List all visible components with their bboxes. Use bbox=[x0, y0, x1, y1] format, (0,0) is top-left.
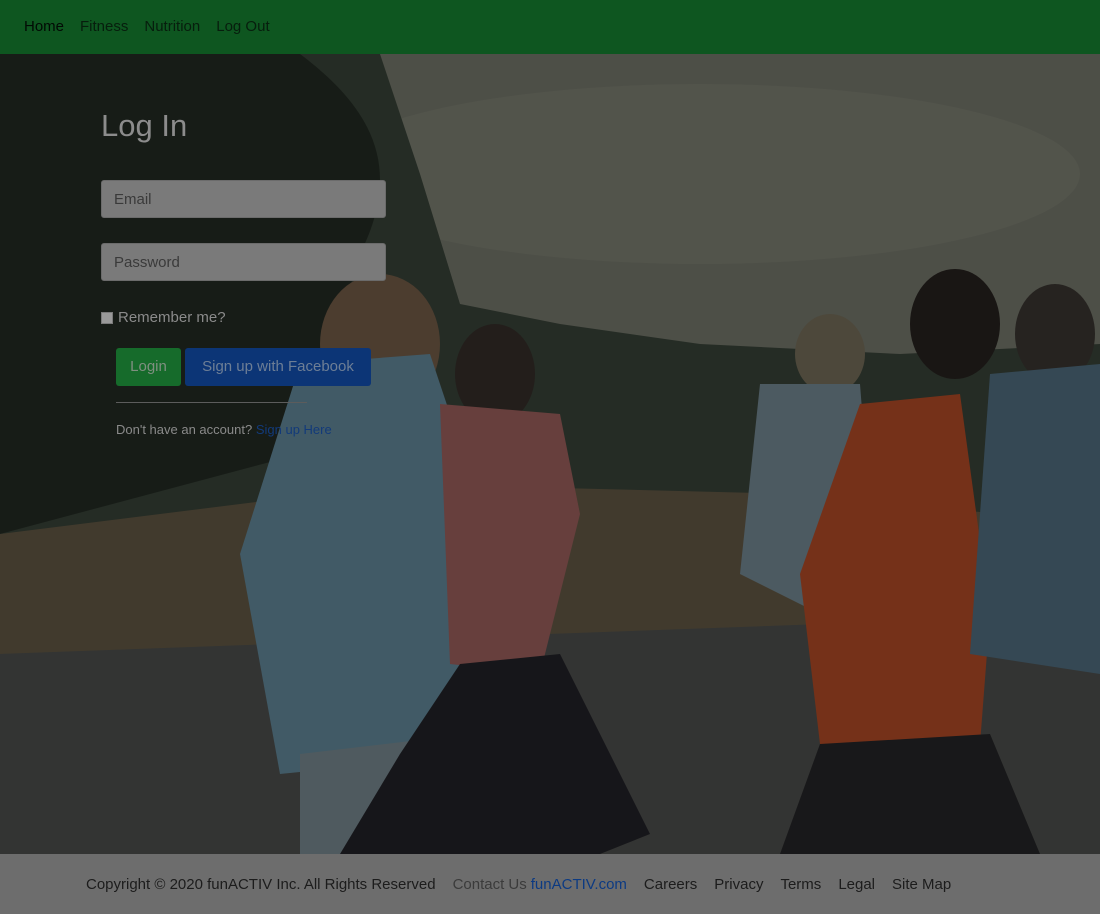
remember-me-label: Remember me? bbox=[118, 309, 226, 326]
email-field[interactable] bbox=[101, 180, 386, 218]
footer-link-careers[interactable]: Careers bbox=[644, 875, 697, 895]
nav-item-nutrition[interactable]: Nutrition bbox=[144, 17, 200, 37]
footer-link-sitemap[interactable]: Site Map bbox=[892, 875, 951, 895]
password-field[interactable] bbox=[101, 243, 386, 281]
form-divider bbox=[116, 402, 307, 403]
no-account-text: Don't have an account? bbox=[116, 422, 253, 437]
login-title: Log In bbox=[101, 108, 188, 143]
signup-prompt: Don't have an account? Sign up Here bbox=[116, 422, 332, 437]
hero-background bbox=[0, 54, 1100, 854]
remember-me-checkbox[interactable] bbox=[101, 311, 113, 324]
footer-row: Copyright © 2020 funACTIV Inc. All Right… bbox=[86, 875, 968, 895]
nav-item-fitness[interactable]: Fitness bbox=[80, 17, 128, 37]
facebook-signup-button[interactable]: Sign up with Facebook bbox=[185, 348, 371, 386]
page-footer: Copyright © 2020 funACTIV Inc. All Right… bbox=[0, 854, 1100, 914]
footer-link-privacy[interactable]: Privacy bbox=[714, 875, 763, 895]
footer-copyright: Copyright © 2020 funACTIV Inc. All Right… bbox=[86, 876, 436, 893]
remember-me[interactable]: Remember me? bbox=[101, 309, 226, 326]
footer-link-terms[interactable]: Terms bbox=[780, 875, 821, 895]
footer-link-legal[interactable]: Legal bbox=[838, 875, 875, 895]
runners-background-image bbox=[0, 54, 1100, 854]
login-button[interactable]: Login bbox=[116, 348, 181, 386]
nav-item-home[interactable]: Home bbox=[24, 17, 64, 37]
nav-menu: Home Fitness Nutrition Log Out bbox=[24, 17, 286, 37]
footer-contact-label: Contact Us bbox=[452, 876, 527, 893]
nav-item-logout[interactable]: Log Out bbox=[216, 17, 269, 37]
footer-contact-link[interactable]: funACTIV.com bbox=[531, 875, 627, 895]
top-navbar: Home Fitness Nutrition Log Out bbox=[0, 0, 1100, 54]
signup-link[interactable]: Sign up Here bbox=[256, 422, 332, 437]
